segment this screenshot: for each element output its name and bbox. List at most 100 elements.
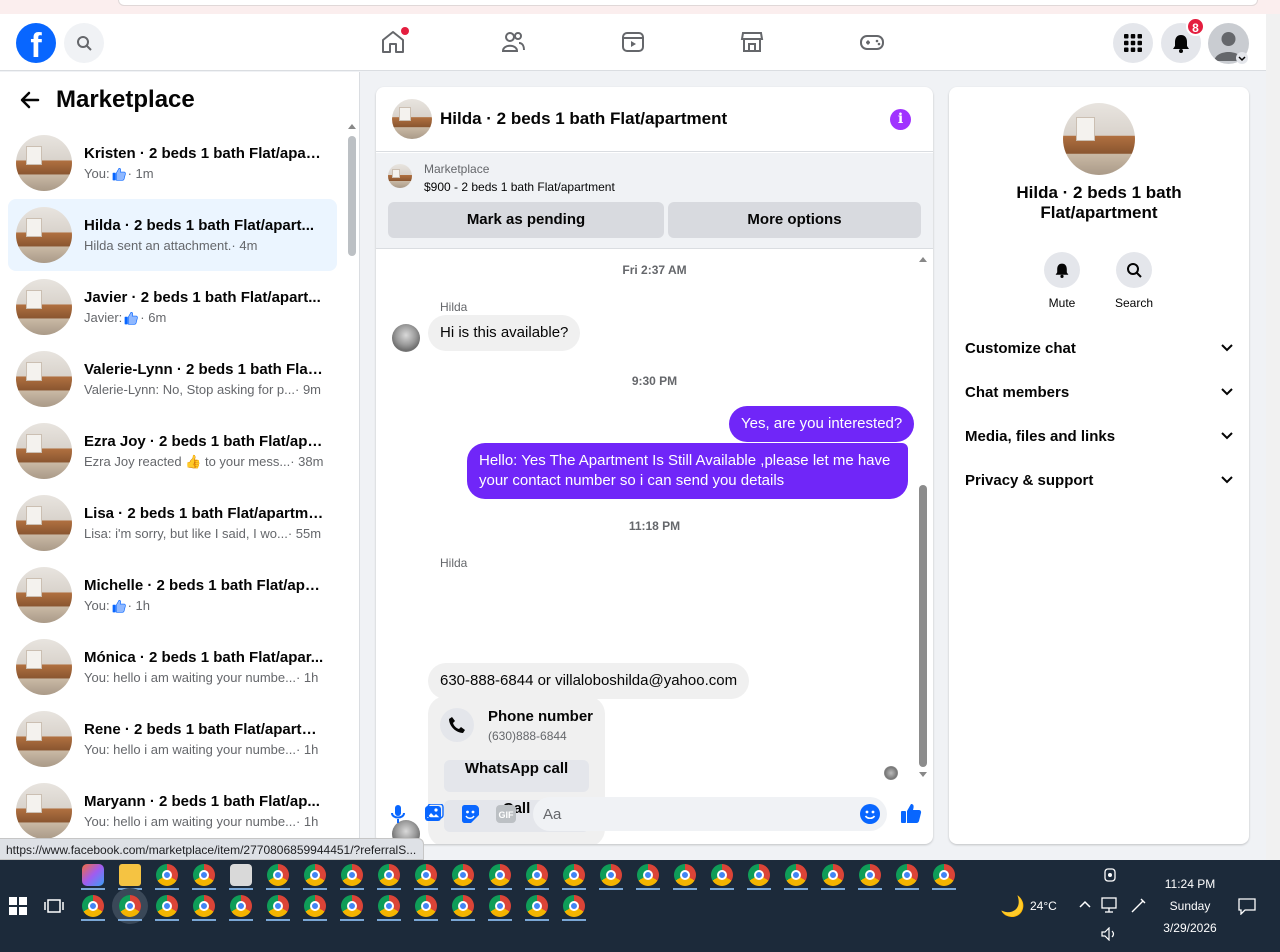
browser-address-bar[interactable] xyxy=(118,0,1258,6)
hilda-avatar[interactable] xyxy=(392,324,420,352)
attach-photo-button[interactable] xyxy=(423,803,445,825)
chrome-icon[interactable] xyxy=(341,864,363,886)
message-input[interactable] xyxy=(543,797,843,831)
more-options-button[interactable]: More options xyxy=(668,202,921,238)
send-like-button[interactable] xyxy=(900,802,922,824)
weather-temperature[interactable]: 24°C xyxy=(1030,899,1057,913)
mark-as-pending-button[interactable]: Mark as pending xyxy=(388,202,664,238)
chrome-icon[interactable] xyxy=(748,864,770,886)
nav-tab-video[interactable] xyxy=(619,28,647,56)
conversation-item[interactable]: Maryann · 2 beds 1 bath Flat/ap... You: h… xyxy=(8,775,337,847)
chat-title[interactable]: Hilda · 2 beds 1 bath Flat/apartment xyxy=(440,109,727,129)
page-scrollbar[interactable] xyxy=(1266,14,1280,860)
scroll-down-arrow[interactable] xyxy=(919,772,927,777)
chrome-icon[interactable] xyxy=(600,864,622,886)
info-icon[interactable]: i xyxy=(890,109,911,130)
message-outgoing[interactable]: Hello: Yes The Apartment Is Still Availa… xyxy=(467,443,908,499)
chrome-icon[interactable] xyxy=(267,864,289,886)
nav-tab-home[interactable] xyxy=(379,27,409,56)
clock-day[interactable]: Sunday xyxy=(1160,899,1220,913)
message-incoming[interactable]: Hi is this available? xyxy=(428,315,581,351)
nav-tab-gaming[interactable] xyxy=(858,28,886,56)
scroll-thumb[interactable] xyxy=(919,485,927,767)
details-listing-thumbnail[interactable] xyxy=(1063,103,1135,175)
chrome-icon[interactable] xyxy=(415,895,437,917)
chrome-icon[interactable] xyxy=(156,895,178,917)
conversation-item[interactable]: Rene · 2 beds 1 bath Flat/apartm... You: … xyxy=(8,703,337,775)
notifications-button[interactable]: 8 xyxy=(1161,17,1205,63)
chrome-icon[interactable] xyxy=(933,864,955,886)
scroll-up-arrow[interactable] xyxy=(348,124,356,129)
notification-center-icon[interactable] xyxy=(1238,897,1256,915)
listing-thumbnail[interactable] xyxy=(392,99,432,139)
network-icon[interactable] xyxy=(1101,897,1119,913)
chrome-icon[interactable] xyxy=(267,895,289,917)
voice-clip-button[interactable] xyxy=(387,803,409,825)
meet-now-icon[interactable] xyxy=(1103,868,1117,882)
chat-scrollbar[interactable] xyxy=(916,257,930,777)
conversation-item[interactable]: Ezra Joy · 2 beds 1 bath Flat/apa... Ezra… xyxy=(8,415,337,487)
chrome-icon[interactable] xyxy=(526,895,548,917)
chrome-icon[interactable] xyxy=(341,895,363,917)
file-explorer-icon[interactable] xyxy=(119,864,141,886)
mute-action[interactable]: Mute xyxy=(1032,252,1092,310)
chrome-icon[interactable] xyxy=(637,864,659,886)
chrome-icon[interactable] xyxy=(156,864,178,886)
chrome-icon[interactable] xyxy=(193,864,215,886)
weather-moon-icon[interactable]: 🌙 xyxy=(1000,894,1025,919)
chrome-icon[interactable] xyxy=(489,895,511,917)
scroll-up-arrow[interactable] xyxy=(919,257,927,262)
nav-tab-marketplace[interactable] xyxy=(738,28,766,56)
chrome-icon[interactable] xyxy=(452,864,474,886)
customize-chat-row[interactable]: Customize chat xyxy=(965,326,1233,370)
chrome-icon[interactable] xyxy=(378,895,400,917)
chrome-icon[interactable] xyxy=(822,864,844,886)
conversation-item[interactable]: Mónica · 2 beds 1 bath Flat/apar... You: … xyxy=(8,631,337,703)
chrome-icon[interactable] xyxy=(415,864,437,886)
conversation-item[interactable]: Hilda · 2 beds 1 bath Flat/apart... Hilda… xyxy=(8,199,337,271)
facebook-logo[interactable]: f xyxy=(16,23,56,63)
chevron-up-icon[interactable] xyxy=(1079,900,1091,908)
conversation-item[interactable]: Javier · 2 beds 1 bath Flat/apart... Javi… xyxy=(8,271,337,343)
pen-icon[interactable] xyxy=(1129,897,1147,915)
listing-small-thumbnail[interactable] xyxy=(388,164,412,188)
clock-time[interactable]: 11:24 PM xyxy=(1160,877,1220,891)
search-action[interactable]: Search xyxy=(1104,252,1164,310)
chrome-icon[interactable] xyxy=(452,895,474,917)
message-outgoing[interactable]: Yes, are you interested? xyxy=(729,406,915,442)
media-files-links-row[interactable]: Media, files and links xyxy=(965,414,1233,458)
chrome-icon[interactable] xyxy=(785,864,807,886)
sidebar-scrollbar[interactable] xyxy=(346,124,358,860)
privacy-support-row[interactable]: Privacy & support xyxy=(965,458,1233,502)
details-title[interactable]: Hilda · 2 beds 1 bath Flat/apartment xyxy=(969,183,1229,223)
chrome-icon[interactable] xyxy=(859,864,881,886)
chat-members-row[interactable]: Chat members xyxy=(965,370,1233,414)
chrome-icon[interactable] xyxy=(82,895,104,917)
conversation-item[interactable]: Lisa · 2 beds 1 bath Flat/apartme... Lisa… xyxy=(8,487,337,559)
volume-icon[interactable] xyxy=(1101,927,1117,941)
sticker-button[interactable] xyxy=(459,803,481,825)
nav-tab-friends[interactable] xyxy=(499,28,527,56)
chrome-icon[interactable] xyxy=(304,864,326,886)
chrome-icon[interactable] xyxy=(526,864,548,886)
conversation-item[interactable]: Michelle · 2 beds 1 bath Flat/apa... You:… xyxy=(8,559,337,631)
conversation-item[interactable]: Kristen · 2 beds 1 bath Flat/apart... You… xyxy=(8,127,337,199)
windows-start-icon[interactable] xyxy=(9,897,27,915)
copilot-icon[interactable] xyxy=(82,864,104,886)
search-button[interactable] xyxy=(64,23,104,63)
chrome-icon[interactable] xyxy=(304,895,326,917)
app-icon[interactable] xyxy=(230,864,252,886)
emoji-icon[interactable] xyxy=(860,804,880,824)
chrome-icon[interactable] xyxy=(378,864,400,886)
conversation-item[interactable]: Valerie-Lynn · 2 beds 1 bath Flat/... Val… xyxy=(8,343,337,415)
chrome-icon[interactable] xyxy=(230,895,252,917)
chrome-icon[interactable] xyxy=(674,864,696,886)
gif-button[interactable]: GIF xyxy=(495,803,517,825)
account-chevron-icon[interactable] xyxy=(1236,52,1248,64)
chrome-icon[interactable] xyxy=(489,864,511,886)
chrome-icon[interactable] xyxy=(119,895,141,917)
menu-button[interactable] xyxy=(1113,23,1153,63)
message-incoming[interactable]: 630-888-6844 or villaloboshilda@yahoo.co… xyxy=(428,663,750,699)
listing-price[interactable]: $900 - 2 beds 1 bath Flat/apartment xyxy=(424,180,615,194)
task-view-icon[interactable] xyxy=(44,897,64,915)
